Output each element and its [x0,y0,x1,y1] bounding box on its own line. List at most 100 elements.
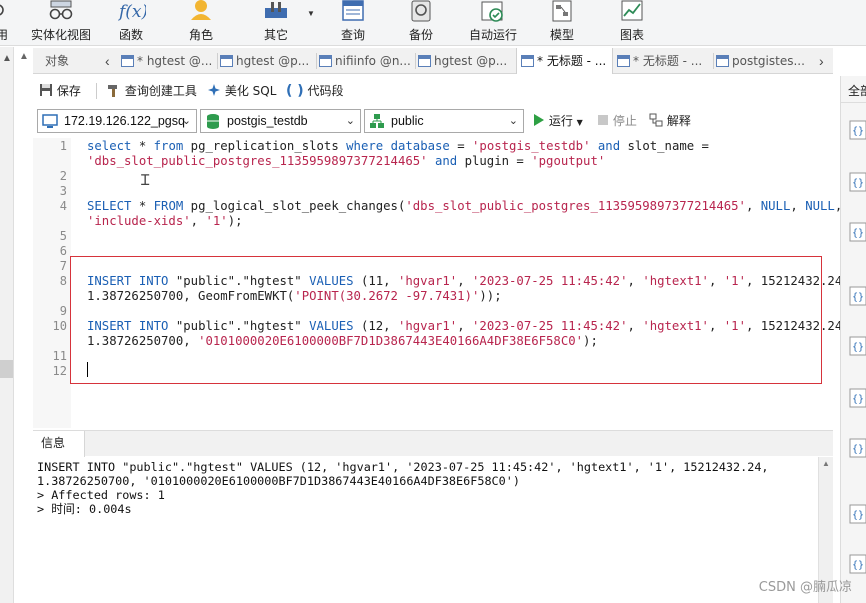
beautify-sql-button[interactable]: 美化 SQL [207,82,276,100]
collapse-arrow-icon[interactable]: ▲ [2,53,12,64]
query-file-icon[interactable]: {} [849,554,866,574]
line-number: 10 [52,319,67,333]
toolbar-auto-run-button[interactable]: 自动运行 [466,0,520,46]
run-dropdown-icon[interactable]: ▼ [577,118,583,127]
svg-text:{}: {} [852,292,864,303]
query-file-icon[interactable]: {} [849,222,866,242]
tab-label: 信息 [41,436,66,450]
query-file-icon[interactable]: {} [849,388,866,408]
toolbar-other-button[interactable]: 其它 [256,0,296,46]
schema-select[interactable]: public ⌄ [364,109,524,133]
line-number-gutter: 1 2 3 4 5 6 7 8 9 10 11 12 [33,138,71,428]
query-file-icon[interactable]: {} [849,438,866,458]
navigator-scroll-thumb[interactable] [0,360,13,378]
query-tab-icon [617,55,630,67]
explain-button[interactable]: 解释 [649,112,691,130]
sparkle-icon [208,84,220,96]
chevron-down-icon: ⌄ [345,115,355,127]
tab-table-postgistes[interactable]: postgistes... [716,48,812,74]
query-builder-button[interactable]: 查询创建工具 [107,82,197,100]
run-button[interactable]: 运行 ▼ [533,112,583,130]
tab-scroll-left-icon[interactable]: ‹ [105,48,110,74]
tab-untitled-query-active[interactable]: * 无标题 - ... [516,48,613,74]
toolbar-label: 其它 [263,28,288,42]
line-number: 6 [59,244,67,258]
toolbar-backup-button[interactable]: 备份 [401,0,441,46]
toolbar-materialized-view-button[interactable]: 实体化视图 [28,0,94,46]
toolbar-chart-button[interactable]: 图表 [612,0,652,46]
query-builder-label: 查询创建工具 [124,84,197,98]
info-message-line: INSERT INTO "public"."hgtest" VALUES (12… [37,460,769,474]
toolbar-label: 实体化视图 [30,28,91,42]
code-line-1: select * from pg_replication_slots where… [87,139,709,153]
line-number: 1 [59,139,67,153]
table-tab-icon [220,55,233,67]
hammer-icon [108,85,117,97]
main-toolbar: 用 实体化视图 f(x) 函数 角色 其它 ▼ 查询 备份 自动运行 模型 图表 [0,0,866,46]
tab-scroll-right-icon[interactable]: › [819,48,824,74]
tab-table-nifiinfo[interactable]: nifiinfo @n... [319,48,415,74]
table-tab-icon [319,55,332,67]
query-file-icon[interactable]: {} [849,336,866,356]
query-file-icon[interactable]: {} [849,120,866,140]
tab-label: * hgtest @... [137,54,213,68]
svg-text:{}: {} [852,560,864,571]
toolbar-model-button[interactable]: 模型 [542,0,582,46]
tab-objects[interactable]: 对象 [45,48,91,74]
svg-text:{}: {} [852,178,864,189]
query-file-icon[interactable]: {} [849,504,866,524]
text-caret [87,362,88,377]
toolbar-role-button[interactable]: 角色 [182,0,220,46]
svg-text:f(x): f(x) [117,2,146,22]
run-label: 运行 [548,114,573,128]
tab-table-hgtest-2[interactable]: hgtest @p... [418,48,514,74]
watermark: CSDN @腩瓜凉 [758,580,852,595]
database-icon [207,114,219,129]
scroll-up-icon[interactable]: ▲ [822,459,830,468]
tab-info[interactable]: 信息 [33,431,85,457]
tab-query-1[interactable]: * hgtest @... [121,48,217,74]
tab-label: * 无标题 - ... [633,54,703,68]
filter-all-tab[interactable]: 全部 [848,82,866,99]
svg-text:{}: {} [852,444,864,455]
glasses-icon [28,0,94,24]
svg-text:{}: {} [852,126,864,137]
svg-text:{}: {} [852,394,864,405]
tab-untitled-query-2[interactable]: * 无标题 - ... [617,48,713,74]
database-value: postgis_testdb [227,114,308,128]
tab-label: hgtest @p... [434,54,508,68]
panel-scroll-up-icon[interactable]: ▲ [19,51,29,62]
tab-label: hgtest @p... [236,54,310,68]
tab-table-hgtest-1[interactable]: hgtest @p... [220,48,316,74]
toolbar-query-button[interactable]: 查询 [333,0,373,46]
connection-select[interactable]: 172.19.126.122_pgsq ⌄ [37,109,197,133]
table-tab-icon [716,55,729,67]
line-number: 12 [52,364,67,378]
schema-value: public [391,114,424,128]
toolbar-user-button[interactable]: 用 [0,0,12,46]
tools-icon [256,0,296,24]
function-icon: f(x) [110,0,152,24]
model-icon [542,0,582,24]
code-snippet-button[interactable]: ( ) 代码段 [286,82,344,100]
database-select[interactable]: postgis_testdb ⌄ [200,109,361,133]
connection-value: 172.19.126.122_pgsq [64,114,185,128]
filter-all-label: 全部 [848,84,866,98]
toolbar-label: 角色 [188,28,213,42]
line-number: 5 [59,229,67,243]
query-file-icon[interactable]: {} [849,172,866,192]
line-number: 8 [59,274,67,288]
sql-editor[interactable]: 1 2 3 4 5 6 7 8 9 10 11 12 select * from… [33,138,850,428]
query-file-icon[interactable]: {} [849,286,866,306]
other-dropdown-icon[interactable]: ▼ [307,9,315,18]
stop-icon [598,115,608,125]
svg-text:{}: {} [852,342,864,353]
stop-button[interactable]: 停止 [597,112,637,130]
toolbar-label: 查询 [340,28,365,42]
chevron-down-icon: ⌄ [508,115,518,127]
toolbar-function-button[interactable]: f(x) 函数 [110,0,152,46]
query-icon [333,0,373,24]
save-button[interactable]: 保存 [39,82,81,100]
line-number: 7 [59,259,67,273]
tab-label: nifiinfo @n... [335,54,411,68]
